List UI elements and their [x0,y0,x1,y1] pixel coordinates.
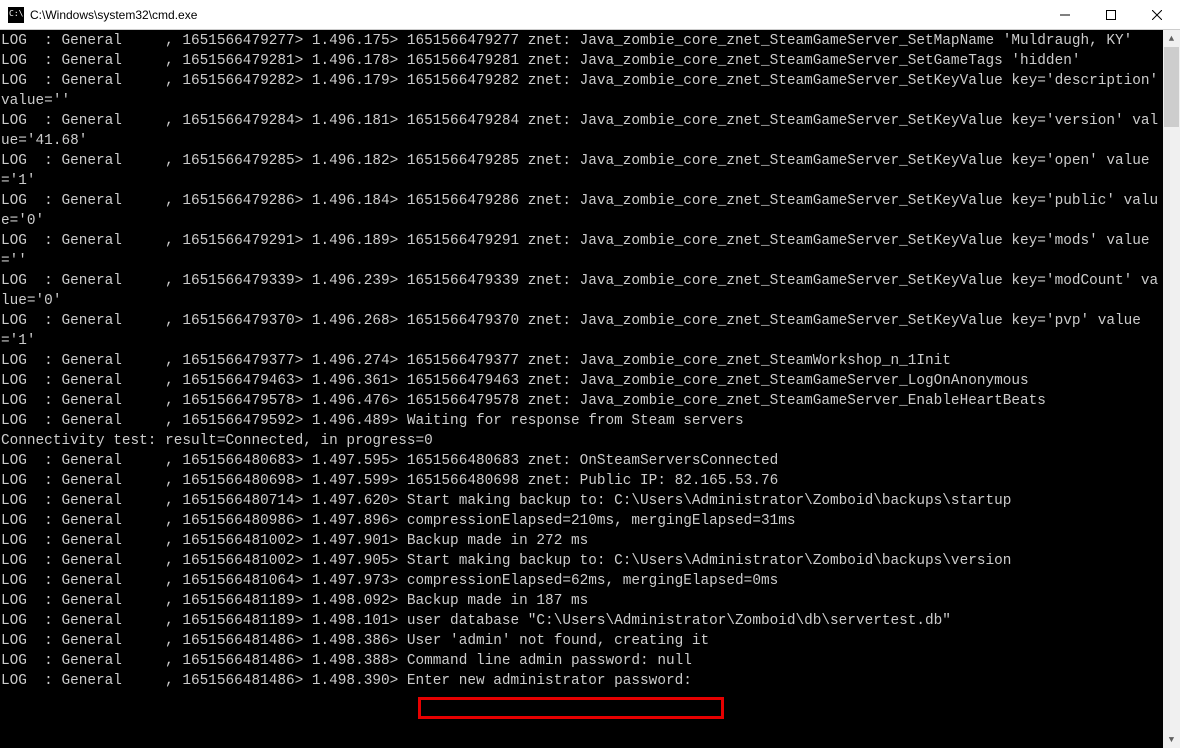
vertical-scrollbar[interactable]: ▲ ▼ [1163,30,1180,748]
cmd-icon [8,7,24,23]
window-titlebar: C:\Windows\system32\cmd.exe [0,0,1180,30]
window-title: C:\Windows\system32\cmd.exe [30,8,1042,22]
terminal-output[interactable]: LOG : General , 1651566479277> 1.496.175… [0,30,1163,748]
minimize-button[interactable] [1042,0,1088,29]
scroll-down-arrow[interactable]: ▼ [1163,731,1180,748]
window-controls [1042,0,1180,29]
scrollbar-track[interactable] [1163,47,1180,731]
terminal-area: LOG : General , 1651566479277> 1.496.175… [0,30,1180,748]
maximize-button[interactable] [1088,0,1134,29]
scrollbar-thumb[interactable] [1164,47,1179,127]
close-button[interactable] [1134,0,1180,29]
scroll-up-arrow[interactable]: ▲ [1163,30,1180,47]
